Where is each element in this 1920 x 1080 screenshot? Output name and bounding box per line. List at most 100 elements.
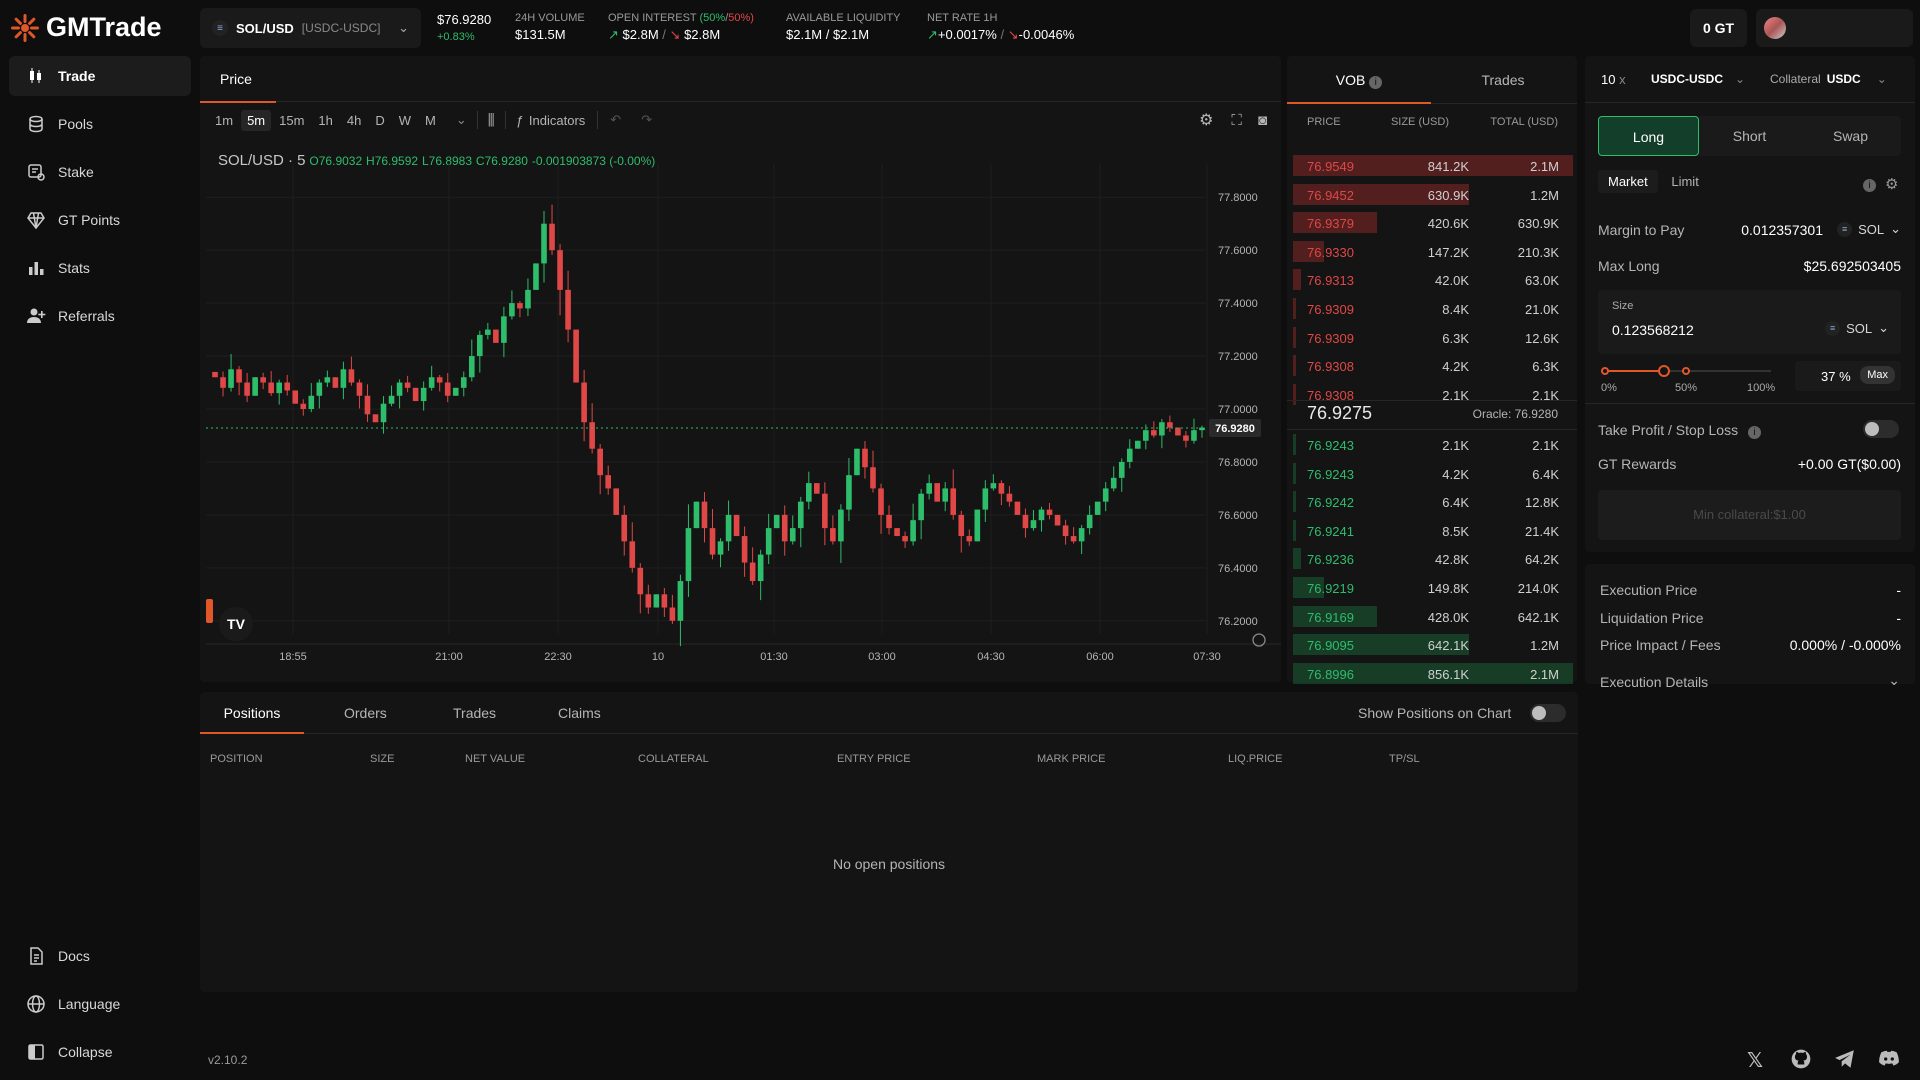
tab-positions[interactable]: Positions bbox=[200, 692, 304, 734]
orderbook-row[interactable]: 76.9330 147.2K 210.3K bbox=[1293, 240, 1573, 263]
orderbook-row[interactable]: 76.9236 42.8K 64.2K bbox=[1293, 548, 1573, 570]
row-size: 856.1K bbox=[1427, 666, 1469, 682]
limit-type-tab[interactable]: Limit bbox=[1661, 170, 1708, 193]
market-selector[interactable]: USDC-USDC ⌄ bbox=[1651, 72, 1745, 86]
indicators-button[interactable]: ƒ Indicators bbox=[516, 113, 586, 128]
positions-tabs: Positions Orders Trades Claims Show Posi… bbox=[200, 692, 1578, 734]
sidebar-item-docs[interactable]: Docs bbox=[9, 936, 191, 976]
show-positions-toggle[interactable] bbox=[1530, 704, 1566, 722]
candle-type-icon[interactable]: ⫼ bbox=[488, 112, 495, 129]
candlestick-chart[interactable]: 77.8000 77.6000 77.4000 77.2000 77.0000 76.80… bbox=[206, 144, 1281, 674]
swap-tab[interactable]: Swap bbox=[1800, 116, 1901, 156]
sidebar-item-language[interactable]: Language bbox=[9, 984, 191, 1024]
orderbook-row[interactable]: 76.9095 642.1K 1.2M bbox=[1293, 634, 1573, 656]
gear-icon[interactable]: ⚙ bbox=[1885, 175, 1898, 193]
margin-token: SOL bbox=[1858, 221, 1885, 237]
short-tab[interactable]: Short bbox=[1699, 116, 1800, 156]
separator bbox=[504, 111, 506, 129]
long-tab[interactable]: Long bbox=[1598, 116, 1699, 156]
sidebar-item-stake[interactable]: Stake bbox=[9, 152, 191, 192]
sidebar: Trade Pools Stake GT Points Stats Referr… bbox=[0, 54, 198, 1080]
timeframe-D[interactable]: D bbox=[369, 110, 390, 131]
orderbook-row[interactable]: 76.9243 4.2K 6.4K bbox=[1293, 462, 1573, 485]
orderbook-row[interactable]: 76.9219 149.8K 214.0K bbox=[1293, 577, 1573, 599]
depth-bar bbox=[1293, 491, 1296, 513]
rate-label: NET RATE 1H bbox=[927, 12, 998, 24]
orderbook-row[interactable]: 76.9309 8.4K 21.0K bbox=[1293, 298, 1573, 320]
gt-balance-button[interactable]: 0 GT bbox=[1690, 9, 1747, 47]
candle-body bbox=[781, 514, 788, 542]
orderbook-row[interactable]: 76.9241 8.5K 21.4K bbox=[1293, 519, 1573, 542]
orderbook-row[interactable]: 76.9243 2.1K 2.1K bbox=[1293, 434, 1573, 456]
collateral-selector[interactable]: Collateral USDC ⌄ bbox=[1770, 72, 1887, 86]
candle-body bbox=[412, 387, 419, 402]
orderbook-row[interactable]: 76.9308 4.2K 6.3K bbox=[1293, 355, 1573, 377]
sidebar-item-pools[interactable]: Pools bbox=[9, 104, 191, 144]
sidebar-item-collapse[interactable]: Collapse bbox=[9, 1032, 191, 1072]
leverage-slider[interactable] bbox=[1601, 364, 1771, 378]
timeframe-5m[interactable]: 5m bbox=[241, 109, 272, 131]
orderbook-row[interactable]: 76.9242 6.4K 12.8K bbox=[1293, 491, 1573, 513]
x-icon[interactable]: 𝕏 bbox=[1747, 1048, 1769, 1072]
candle-body bbox=[950, 488, 957, 515]
sidebar-item-gt-points[interactable]: GT Points bbox=[9, 200, 191, 240]
margin-token-selector[interactable]: ≡ SOL ⌄ bbox=[1837, 221, 1901, 237]
orderbook-row[interactable]: 76.9309 6.3K 12.6K bbox=[1293, 326, 1573, 349]
collapse-icon bbox=[28, 1044, 44, 1060]
size-input[interactable]: 0.123568212 bbox=[1612, 322, 1694, 338]
tpsl-toggle[interactable] bbox=[1863, 420, 1899, 438]
row-total: 12.6K bbox=[1525, 330, 1559, 346]
size-field[interactable]: Size 0.123568212 ≡ SOL ⌄ bbox=[1598, 290, 1901, 354]
slider-knob[interactable] bbox=[1657, 365, 1670, 377]
settings-icon[interactable]: ⚙ bbox=[1199, 110, 1213, 130]
camera-icon[interactable]: ◙ bbox=[1258, 112, 1267, 129]
account-button[interactable] bbox=[1756, 9, 1913, 47]
undo-icon[interactable]: ↶ bbox=[610, 112, 621, 128]
orderbook-row[interactable]: 76.9452 630.9K 1.2M bbox=[1293, 183, 1573, 206]
candle-body bbox=[525, 289, 531, 309]
timeframe-W[interactable]: W bbox=[393, 110, 417, 131]
orderbook-row[interactable]: 76.9313 42.0K 63.0K bbox=[1293, 269, 1573, 291]
col-size: SIZE (USD) bbox=[1390, 116, 1449, 128]
tab-price[interactable]: Price bbox=[200, 56, 276, 103]
timeframe-4h[interactable]: 4h bbox=[341, 110, 367, 131]
tab-trades[interactable]: Trades bbox=[453, 692, 496, 734]
info-icon[interactable]: i bbox=[1863, 179, 1876, 192]
col-mark-price: MARK PRICE bbox=[1037, 753, 1106, 765]
chevron-down-icon[interactable]: ⌄ bbox=[456, 112, 467, 128]
pair-selector[interactable]: ≡ SOL/USD [USDC-USDC] ⌄ bbox=[200, 8, 421, 48]
row-total: 214.0K bbox=[1517, 581, 1559, 596]
sidebar-item-stats[interactable]: Stats bbox=[9, 248, 191, 288]
fullscreen-icon[interactable]: ⛶ bbox=[1231, 112, 1242, 129]
market-type-tab[interactable]: Market bbox=[1598, 170, 1658, 193]
timeframe-1m[interactable]: 1m bbox=[209, 110, 239, 131]
tab-orders[interactable]: Orders bbox=[344, 692, 387, 734]
app-logo[interactable]: GMTrade bbox=[10, 12, 162, 43]
timeframe-15m[interactable]: 15m bbox=[273, 110, 310, 131]
leverage-selector[interactable]: 10 x bbox=[1601, 72, 1626, 87]
tab-vob[interactable]: VOB i bbox=[1287, 56, 1431, 104]
discord-icon[interactable] bbox=[1878, 1048, 1900, 1070]
execution-details-toggle[interactable]: Execution Details ⌄ bbox=[1600, 672, 1900, 690]
orderbook-row[interactable]: 76.9549 841.2K 2.1M bbox=[1293, 155, 1573, 177]
redo-icon[interactable]: ↷ bbox=[641, 112, 652, 128]
orderbook-row[interactable]: 76.9379 420.6K 630.9K bbox=[1293, 212, 1573, 234]
tab-trades[interactable]: Trades bbox=[1431, 56, 1575, 104]
max-button[interactable]: Max bbox=[1860, 366, 1895, 384]
timeframe-M[interactable]: M bbox=[419, 110, 442, 131]
sidebar-item-trade[interactable]: Trade bbox=[9, 56, 191, 96]
telegram-icon[interactable] bbox=[1834, 1048, 1856, 1070]
orderbook-row[interactable]: 76.8996 856.1K 2.1M bbox=[1293, 662, 1573, 685]
submit-button[interactable]: Min collateral:$1.00 bbox=[1598, 490, 1901, 540]
timeframe-1h[interactable]: 1h bbox=[312, 110, 338, 131]
github-icon[interactable] bbox=[1790, 1048, 1812, 1070]
y-tick-label: 76.4000 bbox=[1218, 563, 1258, 575]
sidebar-item-referrals[interactable]: Referrals bbox=[9, 296, 191, 336]
size-token-selector[interactable]: ≡ SOL ⌄ bbox=[1825, 320, 1889, 336]
slider-mark-100: 100% bbox=[1747, 382, 1776, 394]
orderbook-row[interactable]: 76.9169 428.0K 642.1K bbox=[1293, 605, 1573, 628]
tab-claims[interactable]: Claims bbox=[558, 692, 601, 734]
percent-value[interactable]: 37 % bbox=[1821, 369, 1851, 384]
liq-price-value: - bbox=[1896, 610, 1901, 626]
candle-body bbox=[717, 541, 724, 555]
